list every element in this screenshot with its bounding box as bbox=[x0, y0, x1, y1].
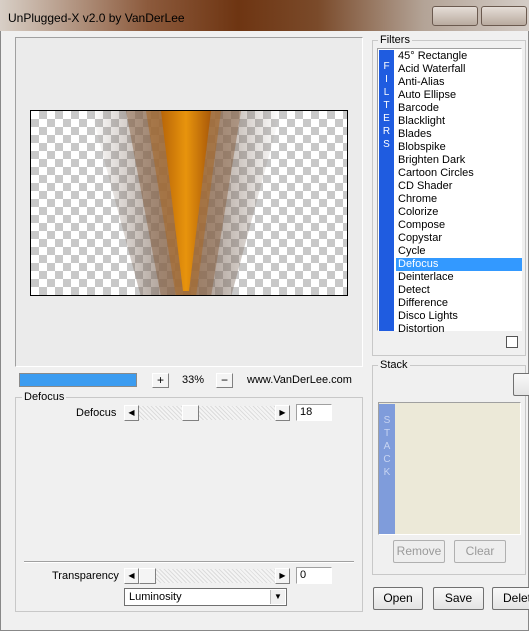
defocus-group-label: Defocus bbox=[22, 391, 67, 403]
maximize-button[interactable] bbox=[481, 6, 527, 26]
filters-strip: F I L T E R S bbox=[379, 50, 394, 331]
filter-item[interactable]: CD Shader bbox=[396, 180, 522, 193]
zoom-out-button[interactable]: − bbox=[216, 373, 233, 388]
stack-add-button[interactable] bbox=[513, 373, 529, 396]
strip-letter: S bbox=[383, 139, 390, 150]
save-button[interactable]: Save bbox=[433, 587, 484, 610]
transparency-value-field[interactable]: 0 bbox=[296, 567, 332, 584]
zoom-level: 33% bbox=[182, 374, 205, 386]
filter-item[interactable]: Difference bbox=[396, 297, 522, 310]
slider-track[interactable] bbox=[139, 406, 275, 420]
preview-image[interactable] bbox=[30, 110, 348, 296]
slider-left-arrow-icon[interactable]: ◀ bbox=[124, 568, 139, 584]
delete-button[interactable]: Delete bbox=[492, 587, 529, 610]
stack-list[interactable] bbox=[378, 402, 521, 535]
strip-letter: A bbox=[383, 441, 391, 452]
filter-item[interactable]: Acid Waterfall bbox=[396, 63, 522, 76]
filter-item[interactable]: Copystar bbox=[396, 232, 522, 245]
filter-item[interactable]: 45° Rectangle bbox=[396, 50, 522, 63]
filter-item[interactable]: Compose bbox=[396, 219, 522, 232]
strip-letter: C bbox=[383, 454, 391, 465]
filter-item[interactable]: Blobspike bbox=[396, 141, 522, 154]
filter-item[interactable]: Colorize bbox=[396, 206, 522, 219]
strip-letter: F bbox=[383, 61, 390, 72]
strip-letter: R bbox=[382, 126, 391, 137]
transparency-label: Transparency bbox=[52, 570, 119, 582]
strip-letter: I bbox=[385, 74, 388, 85]
filter-item[interactable]: Auto Ellipse bbox=[396, 89, 522, 102]
filter-item[interactable]: Chrome bbox=[396, 193, 522, 206]
strip-letter: K bbox=[383, 467, 391, 478]
blend-mode-select[interactable]: Luminosity ▼ bbox=[124, 588, 287, 606]
slider-thumb[interactable] bbox=[139, 568, 156, 584]
remove-button[interactable]: Remove bbox=[393, 540, 445, 563]
filter-item[interactable]: Cycle bbox=[396, 245, 522, 258]
strip-letter: T bbox=[383, 100, 390, 111]
filter-item[interactable]: Cartoon Circles bbox=[396, 167, 522, 180]
blend-mode-value: Luminosity bbox=[129, 591, 182, 603]
website-link[interactable]: www.VanDerLee.com bbox=[247, 374, 352, 386]
filter-item[interactable]: Anti-Alias bbox=[396, 76, 522, 89]
filter-item[interactable]: Blades bbox=[396, 128, 522, 141]
slider-left-arrow-icon[interactable]: ◀ bbox=[124, 405, 139, 421]
divider bbox=[24, 561, 354, 563]
filter-item[interactable]: Brighten Dark bbox=[396, 154, 522, 167]
filter-item[interactable]: Detect bbox=[396, 284, 522, 297]
defocus-slider-label: Defocus bbox=[76, 407, 117, 419]
open-button[interactable]: Open bbox=[373, 587, 423, 610]
filter-checkbox[interactable] bbox=[506, 336, 518, 348]
progress-bar bbox=[19, 373, 137, 387]
filters-group-label: Filters bbox=[378, 34, 412, 46]
defocus-slider[interactable]: ◀ ▶ bbox=[124, 405, 290, 421]
strip-letter: L bbox=[383, 87, 390, 98]
strip-letter: E bbox=[383, 113, 390, 124]
minimize-button[interactable] bbox=[432, 6, 478, 26]
filter-item[interactable]: Disco Lights bbox=[396, 310, 522, 323]
slider-right-arrow-icon[interactable]: ▶ bbox=[275, 405, 290, 421]
slider-track[interactable] bbox=[156, 569, 275, 583]
transparency-slider[interactable]: ◀ ▶ bbox=[124, 568, 290, 584]
strip-letter: T bbox=[383, 428, 391, 439]
strip-letter: S bbox=[383, 415, 391, 426]
stack-group-label: Stack bbox=[378, 359, 410, 371]
stack-strip: S T A C K bbox=[379, 404, 395, 534]
title-bar[interactable]: UnPlugged-X v2.0 by VanDerLee bbox=[0, 0, 529, 31]
clear-button[interactable]: Clear bbox=[454, 540, 506, 563]
zoom-in-button[interactable]: + bbox=[152, 373, 169, 388]
window-title: UnPlugged-X v2.0 by VanDerLee bbox=[8, 11, 185, 25]
filter-item[interactable]: Blacklight bbox=[396, 115, 522, 128]
filter-item[interactable]: Barcode bbox=[396, 102, 522, 115]
slider-thumb[interactable] bbox=[182, 405, 199, 421]
defocus-value-field[interactable]: 18 bbox=[296, 404, 332, 421]
filter-item[interactable]: Deinterlace bbox=[396, 271, 522, 284]
filter-item[interactable]: Distortion bbox=[396, 323, 522, 332]
chevron-down-icon[interactable]: ▼ bbox=[270, 590, 285, 604]
filter-item[interactable]: Defocus bbox=[396, 258, 522, 271]
slider-right-arrow-icon[interactable]: ▶ bbox=[275, 568, 290, 584]
